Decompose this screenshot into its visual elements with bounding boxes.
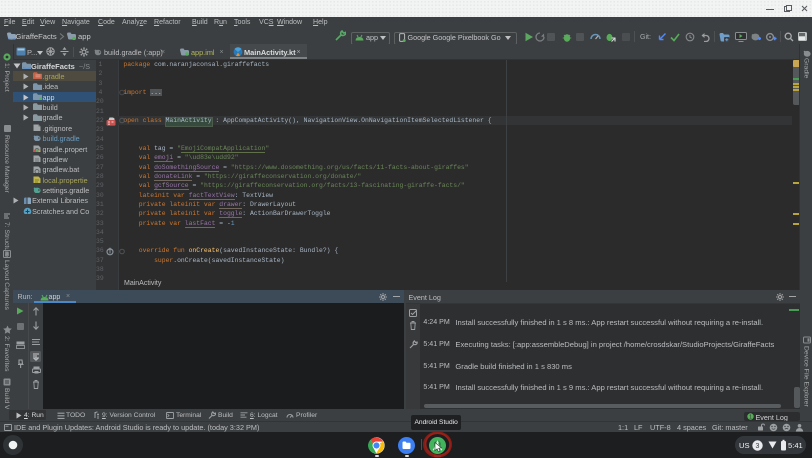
svg-text:3: 3 xyxy=(756,443,760,450)
svg-text:1: 1 xyxy=(749,415,752,420)
